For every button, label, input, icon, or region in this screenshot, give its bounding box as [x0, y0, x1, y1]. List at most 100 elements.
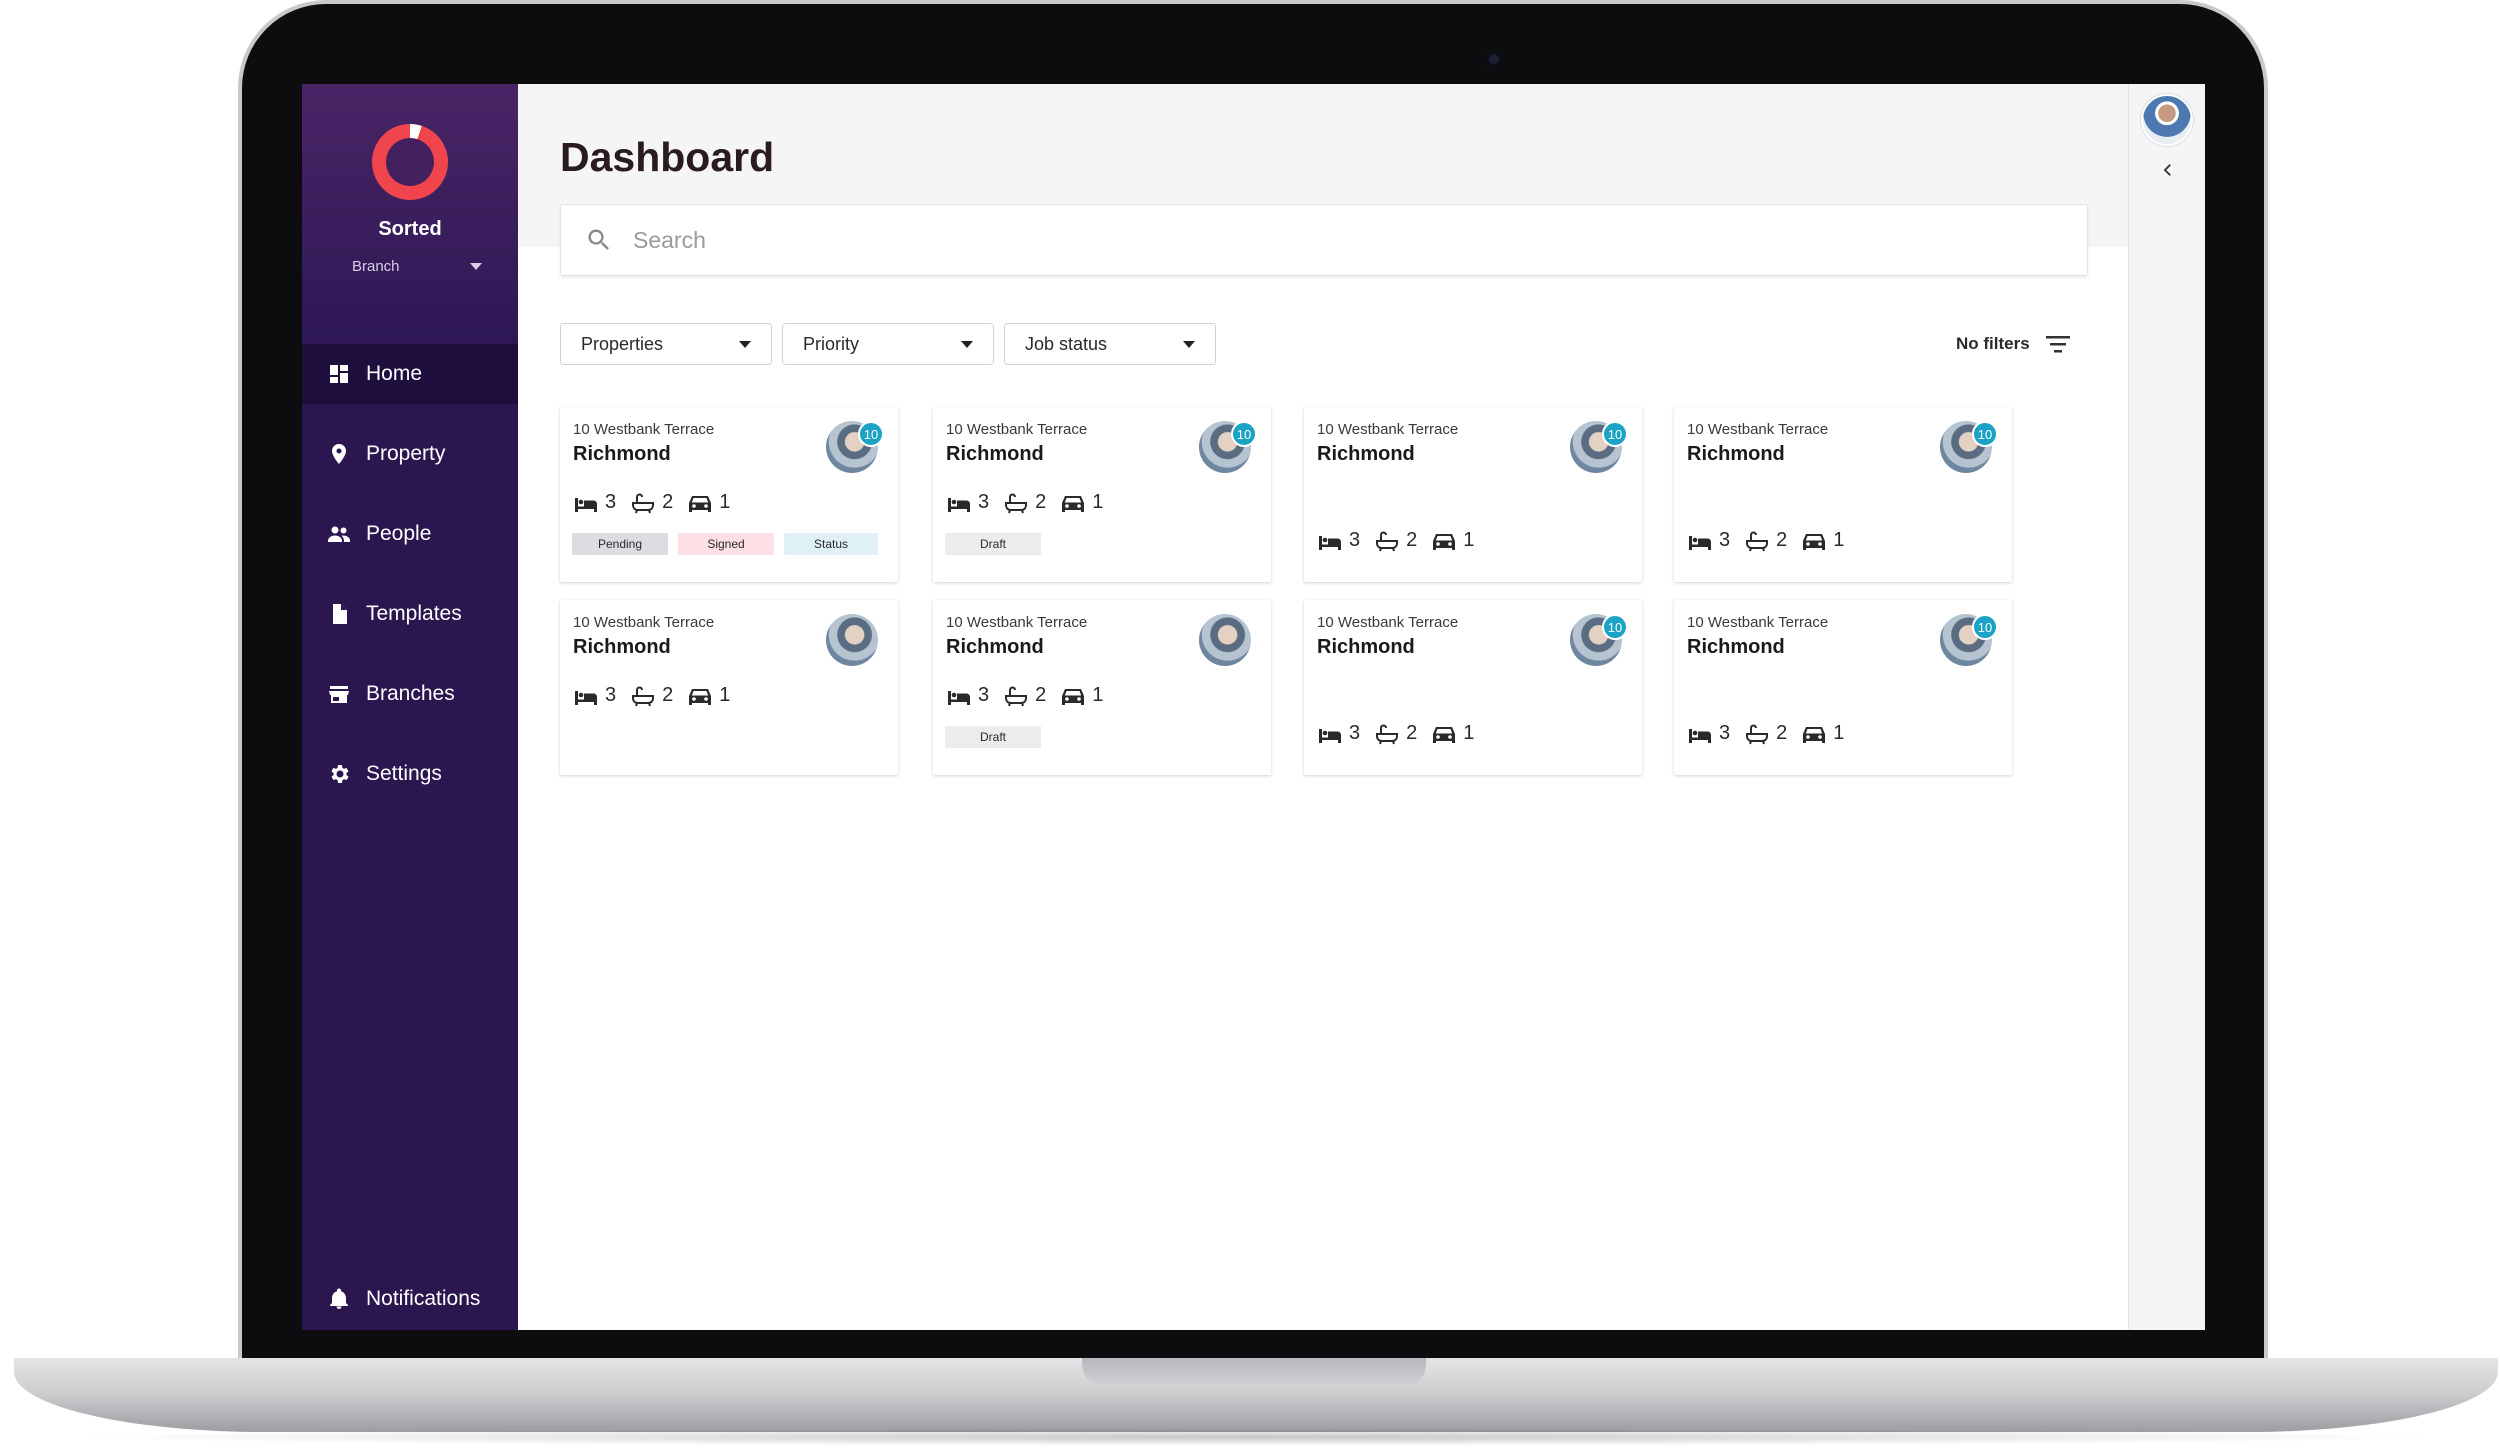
people-icon	[326, 521, 352, 547]
baths-feature: 2	[1744, 529, 1787, 552]
beds-feature: 3	[1687, 529, 1730, 552]
parking-feature: 1	[1060, 491, 1103, 514]
beds-feature: 3	[573, 684, 616, 707]
count-badge: 10	[1602, 614, 1628, 640]
beds-count: 3	[1719, 722, 1731, 744]
sidebar-item-label: Home	[366, 362, 423, 385]
search-box[interactable]	[560, 204, 2088, 276]
property-card[interactable]: 10 Westbank Terrace Richmond 10 3 2 1	[1304, 600, 1642, 775]
no-filters-button[interactable]: No filters	[1956, 328, 2072, 360]
sidebar-item-templates[interactable]: Templates	[302, 584, 518, 644]
card-city: Richmond	[573, 443, 671, 465]
baths-count: 2	[1776, 529, 1788, 551]
job-status-filter-label: Job status	[1025, 333, 1108, 354]
sidebar-item-people[interactable]: People	[302, 504, 518, 564]
baths-count: 2	[662, 684, 674, 706]
card-tags: Draft	[945, 533, 1051, 555]
search-icon	[588, 229, 609, 250]
search-input[interactable]	[633, 226, 2033, 254]
property-card[interactable]: 10 Westbank Terrace Richmond 10 3 2 1 Draft	[933, 407, 1271, 582]
beds-feature: 3	[1687, 722, 1730, 745]
card-address: 10 Westbank Terrace	[573, 614, 715, 631]
parking-count: 1	[1092, 684, 1104, 706]
bed-icon	[573, 685, 605, 707]
brand-logo-icon	[372, 124, 448, 200]
parking-feature: 1	[687, 684, 730, 707]
sidebar-item-settings[interactable]: Settings	[302, 744, 518, 804]
user-avatar[interactable]	[2141, 94, 2193, 146]
property-card[interactable]: 10 Westbank Terrace Richmond 10 3 2 1	[1674, 600, 2012, 775]
baths-count: 2	[1776, 722, 1788, 744]
caret-down-icon	[739, 340, 751, 348]
sidebar-item-notifications[interactable]: Notifications	[302, 1274, 518, 1324]
count-badge: 10	[1602, 421, 1628, 447]
property-card[interactable]: 10 Westbank Terrace Richmond 10 3 2 1 Pending S…	[560, 407, 898, 582]
parking-count: 1	[1463, 529, 1475, 551]
property-card[interactable]: 10 Westbank Terrace Richmond 10 3 2 1	[1304, 407, 1642, 582]
baths-count: 2	[1406, 722, 1418, 744]
car-icon	[687, 685, 719, 707]
beds-count: 3	[978, 491, 990, 513]
parking-feature: 1	[687, 491, 730, 514]
bell-icon	[326, 1286, 352, 1312]
car-icon	[1431, 723, 1463, 745]
sidebar-item-label: Branches	[366, 682, 455, 705]
sidebar-item-label: Settings	[366, 762, 442, 785]
bed-icon	[573, 492, 605, 514]
car-icon	[1801, 530, 1833, 552]
dashboard-icon	[326, 361, 352, 387]
collapse-button[interactable]	[2156, 158, 2180, 182]
beds-feature: 3	[946, 491, 989, 514]
location-pin-icon	[326, 441, 352, 467]
caret-down-icon	[470, 262, 482, 270]
sidebar-item-branches[interactable]: Branches	[302, 664, 518, 724]
baths-feature: 2	[630, 684, 673, 707]
bed-icon	[1687, 723, 1719, 745]
card-address: 10 Westbank Terrace	[573, 421, 715, 438]
beds-count: 3	[1719, 529, 1731, 551]
properties-filter-label: Properties	[581, 333, 664, 354]
branch-label: Branch	[352, 257, 400, 275]
baths-feature: 2	[1374, 529, 1417, 552]
baths-count: 2	[1406, 529, 1418, 551]
card-features: 3 2 1	[1687, 529, 1858, 552]
baths-count: 2	[1035, 684, 1047, 706]
card-features: 3 2 1	[573, 684, 744, 707]
card-city: Richmond	[1317, 636, 1415, 658]
property-card[interactable]: 10 Westbank Terrace Richmond 3 2 1	[560, 600, 898, 775]
baths-feature: 2	[1003, 684, 1046, 707]
card-features: 3 2 1	[946, 491, 1117, 514]
property-card[interactable]: 10 Westbank Terrace Richmond 10 3 2 1	[1674, 407, 2012, 582]
sidebar: Sorted Branch Home Property People Templ…	[302, 84, 518, 1330]
baths-feature: 2	[1374, 722, 1417, 745]
job-status-filter[interactable]: Job status	[1004, 323, 1216, 365]
property-card[interactable]: 10 Westbank Terrace Richmond 3 2 1 Draft	[933, 600, 1271, 775]
beds-count: 3	[1349, 722, 1361, 744]
parking-count: 1	[1833, 529, 1845, 551]
parking-feature: 1	[1060, 684, 1103, 707]
sidebar-item-property[interactable]: Property	[302, 424, 518, 484]
sidebar-item-label: People	[366, 522, 432, 545]
page-title: Dashboard	[560, 134, 775, 180]
baths-feature: 2	[630, 491, 673, 514]
card-features: 3 2 1	[573, 491, 744, 514]
priority-filter[interactable]: Priority	[782, 323, 994, 365]
car-icon	[1060, 492, 1092, 514]
notifications-label: Notifications	[366, 1287, 481, 1310]
laptop-notch	[1082, 1358, 1426, 1388]
beds-feature: 3	[1317, 722, 1360, 745]
card-address: 10 Westbank Terrace	[946, 614, 1088, 631]
branch-select[interactable]: Branch	[352, 254, 482, 278]
parking-count: 1	[719, 491, 731, 513]
parking-feature: 1	[1801, 529, 1844, 552]
count-badge: 10	[858, 421, 884, 447]
priority-filter-label: Priority	[803, 333, 860, 354]
count-badge: 10	[1231, 421, 1257, 447]
card-features: 3 2 1	[1317, 529, 1488, 552]
beds-count: 3	[1349, 529, 1361, 551]
sidebar-item-home[interactable]: Home	[302, 344, 518, 404]
properties-filter[interactable]: Properties	[560, 323, 772, 365]
card-city: Richmond	[1687, 443, 1785, 465]
no-filters-label: No filters	[1956, 334, 2030, 353]
card-tags: Draft	[945, 726, 1051, 748]
